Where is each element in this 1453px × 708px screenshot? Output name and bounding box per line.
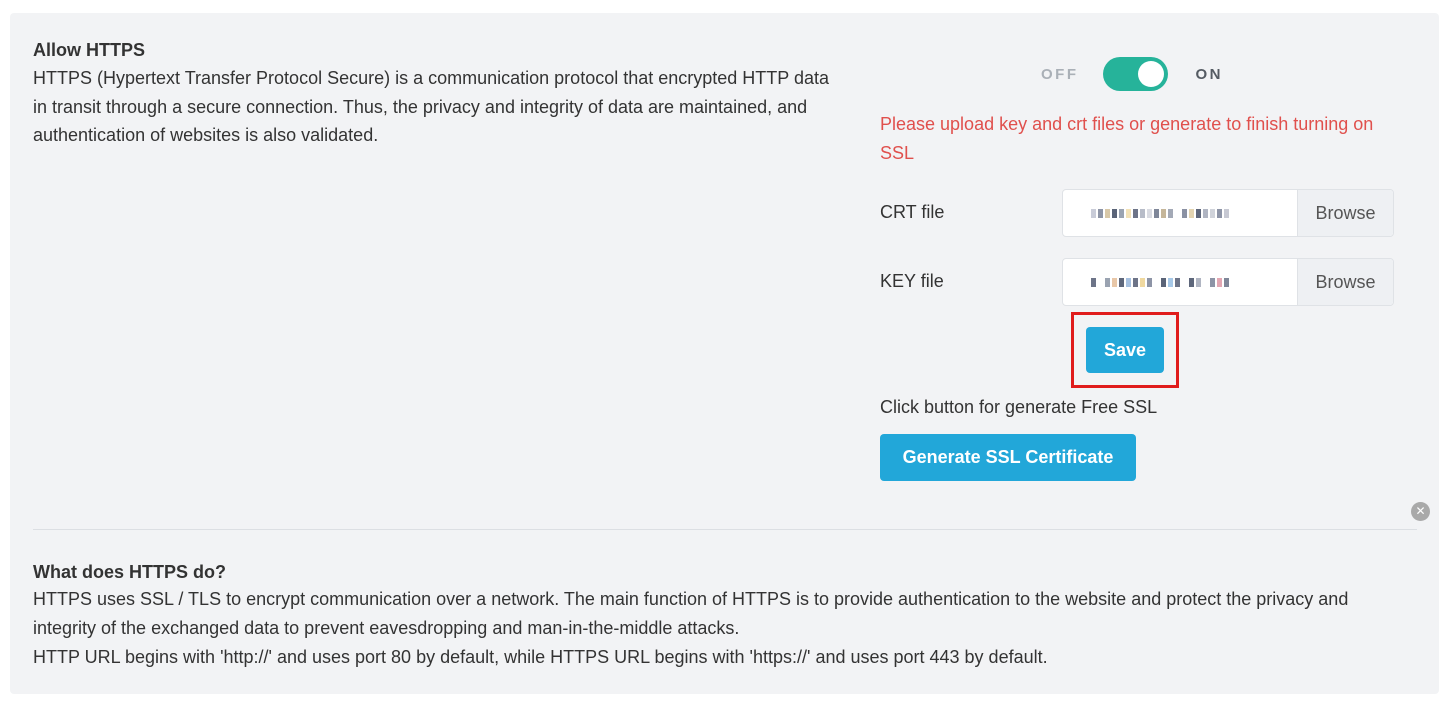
allow-https-description: HTTPS (Hypertext Transfer Protocol Secur… xyxy=(33,68,829,145)
info-line: integrity of the exchanged data to preve… xyxy=(33,618,740,638)
toggle-knob xyxy=(1137,61,1164,87)
key-filename-redacted xyxy=(1091,278,1229,287)
https-toggle-group: OFF ON xyxy=(1041,57,1223,91)
allow-https-title: Allow HTTPS xyxy=(33,40,145,60)
https-settings-panel: Allow HTTPS HTTPS (Hypertext Transfer Pr… xyxy=(10,13,1439,694)
key-browse-button[interactable]: Browse xyxy=(1297,259,1393,305)
toggle-off-label: OFF xyxy=(1041,65,1079,83)
crt-filename-redacted xyxy=(1091,209,1229,218)
generate-ssl-hint: Click button for generate Free SSL xyxy=(880,397,1158,417)
key-file-label: KEY file xyxy=(880,271,944,291)
close-icon[interactable]: ✕ xyxy=(1411,502,1430,521)
ssl-warning-message: Please upload key and crt files or gener… xyxy=(880,114,1374,163)
info-line: HTTP URL begins with 'http://' and uses … xyxy=(33,647,1048,667)
what-https-does-title: What does HTTPS do? xyxy=(33,562,226,582)
toggle-on-label: ON xyxy=(1195,65,1223,83)
generate-ssl-button[interactable]: Generate SSL Certificate xyxy=(880,434,1136,481)
https-toggle-switch[interactable] xyxy=(1102,57,1168,91)
save-button[interactable]: Save xyxy=(1086,327,1164,373)
key-file-input[interactable]: Browse xyxy=(1062,258,1394,306)
crt-file-input[interactable]: Browse xyxy=(1062,189,1394,237)
info-line: HTTPS uses SSL / TLS to encrypt communic… xyxy=(33,589,1349,609)
section-divider xyxy=(33,529,1417,530)
crt-browse-button[interactable]: Browse xyxy=(1297,190,1393,236)
what-https-does-description: HTTPS uses SSL / TLS to encrypt communic… xyxy=(33,585,1433,672)
crt-file-label: CRT file xyxy=(880,202,945,222)
